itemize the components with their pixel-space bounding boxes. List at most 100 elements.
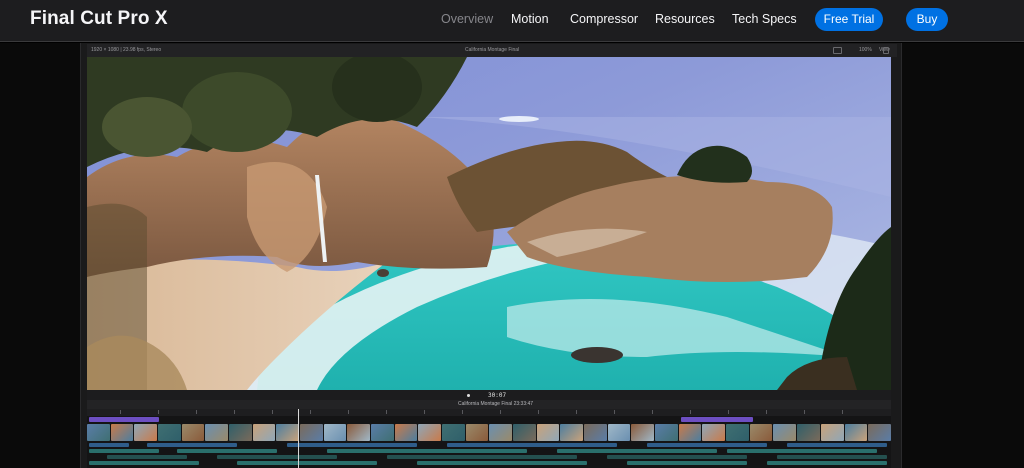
ruler-tick [348, 410, 349, 414]
storyline-clip[interactable] [678, 424, 702, 441]
zoom-level[interactable]: 100% [859, 47, 872, 53]
connected-clip[interactable] [767, 461, 887, 465]
storyline-clip[interactable] [726, 424, 749, 441]
storyline-clip[interactable] [820, 424, 844, 441]
nav-link-tech-specs[interactable]: Tech Specs [732, 12, 797, 26]
transform-icon[interactable] [833, 47, 842, 54]
connected-clip[interactable] [787, 443, 887, 447]
storyline-clip[interactable] [844, 424, 868, 441]
storyline-clip[interactable] [442, 424, 465, 441]
connected-clip[interactable] [287, 443, 417, 447]
free-trial-button[interactable]: Free Trial [815, 8, 883, 31]
storyline-clip[interactable] [110, 424, 134, 441]
storyline-clip[interactable] [560, 424, 584, 441]
connected-clip[interactable] [647, 443, 767, 447]
storyline-clip[interactable] [300, 424, 323, 441]
connected-clip[interactable] [177, 449, 277, 453]
storyline-clip[interactable] [797, 424, 820, 441]
ruler-tick [842, 410, 843, 414]
connected-clip[interactable] [89, 461, 199, 465]
ruler-tick [196, 410, 197, 414]
connected-clip[interactable] [727, 449, 877, 453]
ruler-tick [310, 410, 311, 414]
storyline-clip[interactable] [134, 424, 158, 441]
storyline-clip[interactable] [347, 424, 371, 441]
storyline-clip[interactable] [513, 424, 536, 441]
connected-clip[interactable] [147, 443, 237, 447]
storyline-clip[interactable] [868, 424, 891, 441]
storyline-clip[interactable] [702, 424, 726, 441]
storyline-clip[interactable] [536, 424, 560, 441]
format-info: 1920 × 1080 | 23.98 fps, Stereo [91, 47, 162, 53]
connected-clip[interactable] [387, 455, 577, 459]
connected-clip[interactable] [627, 461, 747, 465]
ruler-tick [576, 410, 577, 414]
nav-link-motion[interactable]: Motion [511, 12, 549, 26]
ruler-tick [500, 410, 501, 414]
ruler-tick [462, 410, 463, 414]
ruler-tick [804, 410, 805, 414]
storyline-clip[interactable] [655, 424, 678, 441]
connected-clip[interactable] [447, 443, 617, 447]
storyline-clip[interactable] [584, 424, 607, 441]
purple-title-clip-2[interactable] [681, 417, 753, 422]
connected-clip[interactable] [557, 449, 717, 453]
storyline-clip[interactable] [394, 424, 418, 441]
storyline-clip[interactable] [158, 424, 181, 441]
storyline-clip[interactable] [607, 424, 631, 441]
nav-link-overview[interactable]: Overview [441, 12, 493, 26]
viewer-toolbar: 1920 × 1080 | 23.98 fps, Stereo Californ… [87, 44, 897, 57]
storyline-clip[interactable] [87, 424, 110, 441]
ruler-tick [158, 410, 159, 414]
ruler-tick [766, 410, 767, 414]
ruler-tick [538, 410, 539, 414]
global-nav: Final Cut Pro X Overview Motion Compress… [0, 0, 1024, 42]
ruler-tick [614, 410, 615, 414]
timeline-tracks[interactable] [87, 416, 891, 468]
nav-link-compressor[interactable]: Compressor [570, 12, 638, 26]
connected-clip[interactable] [777, 455, 887, 459]
timeline-project-title: California Montage Final 23:33:47 [458, 401, 533, 407]
connected-clip[interactable] [607, 455, 747, 459]
connected-clip[interactable] [417, 461, 587, 465]
connected-clip[interactable] [217, 455, 337, 459]
ruler-tick [728, 410, 729, 414]
ruler-tick [234, 410, 235, 414]
buy-button[interactable]: Buy [906, 8, 948, 31]
storyline-clip[interactable] [252, 424, 276, 441]
storyline-clip[interactable] [323, 424, 347, 441]
viewer-project-name: California Montage Final [465, 47, 520, 53]
purple-title-clip-1[interactable] [89, 417, 159, 422]
storyline-clip[interactable] [181, 424, 205, 441]
storyline-clip[interactable] [489, 424, 513, 441]
storyline-clip[interactable] [773, 424, 797, 441]
storyline-clips[interactable] [87, 424, 891, 441]
coastal-scene-image [87, 57, 891, 390]
storyline-clip[interactable] [276, 424, 300, 441]
ruler-tick [120, 410, 121, 414]
timeline-playhead[interactable] [298, 409, 299, 468]
connected-clip[interactable] [107, 455, 187, 459]
storyline-clip[interactable] [631, 424, 655, 441]
fullscreen-icon[interactable] [883, 47, 889, 54]
ruler-tick [652, 410, 653, 414]
storyline-clip[interactable] [465, 424, 489, 441]
ruler-tick [272, 410, 273, 414]
nav-link-resources[interactable]: Resources [655, 12, 715, 26]
storyline-clip[interactable] [229, 424, 252, 441]
storyline-clip[interactable] [749, 424, 773, 441]
connected-clip[interactable] [327, 449, 527, 453]
storyline-clip[interactable] [205, 424, 229, 441]
product-title[interactable]: Final Cut Pro X [30, 8, 168, 30]
timeline-ruler [87, 409, 891, 416]
connected-clip[interactable] [89, 443, 129, 447]
connected-clip[interactable] [237, 461, 377, 465]
playback-timecode: 30:07 [488, 392, 507, 399]
storyline-clip[interactable] [371, 424, 394, 441]
ruler-tick [690, 410, 691, 414]
connected-clip[interactable] [89, 449, 159, 453]
play-icon[interactable] [467, 394, 470, 397]
viewer-frame [87, 57, 891, 390]
ruler-tick [386, 410, 387, 414]
storyline-clip[interactable] [418, 424, 442, 441]
